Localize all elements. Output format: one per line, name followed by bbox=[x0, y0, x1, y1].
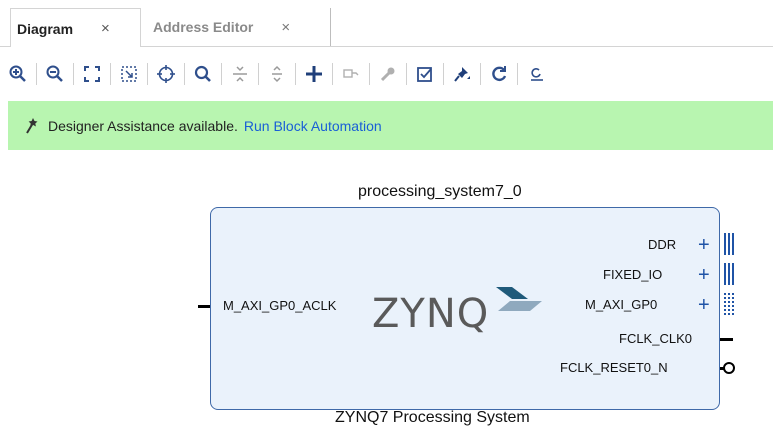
expand-port-icon[interactable]: + bbox=[698, 235, 710, 255]
zoom-in-icon[interactable] bbox=[7, 62, 29, 86]
designer-assistance-banner: Designer Assistance available. Run Block… bbox=[8, 101, 773, 150]
collapse-icon[interactable] bbox=[229, 62, 251, 86]
wrench-icon[interactable] bbox=[377, 62, 399, 86]
assistance-message: Designer Assistance available. bbox=[48, 117, 238, 134]
tab-label: Address Editor bbox=[153, 19, 254, 35]
diagram-toolbar bbox=[0, 47, 773, 101]
expand-port-icon[interactable]: + bbox=[698, 295, 710, 315]
toolbar-divider bbox=[147, 63, 148, 85]
regenerate-icon[interactable] bbox=[414, 62, 436, 86]
block-instance-name: processing_system7_0 bbox=[358, 183, 522, 200]
input-wire[interactable] bbox=[198, 305, 210, 308]
port-fixed-io[interactable]: FIXED_IO bbox=[603, 267, 662, 282]
toolbar-divider bbox=[184, 63, 185, 85]
port-m-axi-gp0[interactable]: M_AXI_GP0 bbox=[585, 297, 657, 312]
assistance-wand-icon bbox=[24, 117, 40, 135]
port-m-axi-gp0-aclk[interactable]: M_AXI_GP0_ACLK bbox=[223, 298, 336, 313]
add-ip-icon[interactable] bbox=[303, 62, 325, 86]
tab-label: Diagram bbox=[17, 20, 74, 37]
pin-icon[interactable] bbox=[451, 62, 473, 86]
fclk-clk0-wire[interactable] bbox=[720, 338, 733, 341]
run-block-automation-link[interactable]: Run Block Automation bbox=[244, 118, 382, 134]
ddr-bus[interactable] bbox=[724, 233, 734, 255]
toolbar-divider bbox=[517, 63, 518, 85]
validate-icon[interactable] bbox=[340, 62, 362, 86]
fit-icon[interactable] bbox=[81, 62, 103, 86]
expand-port-icon[interactable]: + bbox=[698, 265, 710, 285]
toolbar-divider bbox=[480, 63, 481, 85]
port-fclk-reset0-n[interactable]: FCLK_RESET0_N bbox=[560, 360, 668, 375]
zynq-logo: ZYNQ bbox=[372, 291, 490, 337]
toolbar-divider bbox=[332, 63, 333, 85]
fixed-io-bus[interactable] bbox=[724, 263, 734, 285]
toolbar-divider bbox=[110, 63, 111, 85]
port-ddr[interactable]: DDR bbox=[648, 237, 676, 252]
toolbar-divider bbox=[369, 63, 370, 85]
active-low-indicator bbox=[723, 362, 735, 374]
tab-diagram[interactable]: Diagram × bbox=[10, 8, 141, 48]
m-axi-gp0-bus[interactable] bbox=[724, 293, 734, 315]
toolbar-divider bbox=[258, 63, 259, 85]
toolbar-divider bbox=[73, 63, 74, 85]
toolbar-divider bbox=[221, 63, 222, 85]
tab-bar: Diagram × Address Editor × bbox=[0, 0, 773, 48]
block-type-label: ZYNQ7 Processing System bbox=[335, 409, 530, 426]
port-fclk-clk0[interactable]: FCLK_CLK0 bbox=[619, 331, 692, 346]
tab-address-editor[interactable]: Address Editor × bbox=[141, 8, 331, 46]
search-icon[interactable] bbox=[192, 62, 214, 86]
refresh-icon[interactable] bbox=[488, 62, 510, 86]
center-icon[interactable] bbox=[155, 62, 177, 86]
toolbar-divider bbox=[443, 63, 444, 85]
toolbar-divider bbox=[406, 63, 407, 85]
expand-icon[interactable] bbox=[266, 62, 288, 86]
close-icon[interactable]: × bbox=[281, 19, 290, 36]
zoom-out-icon[interactable] bbox=[44, 62, 66, 86]
more-icon[interactable] bbox=[525, 62, 547, 86]
zynq-logo-mark bbox=[496, 287, 542, 311]
zoom-selection-icon[interactable] bbox=[118, 62, 140, 86]
close-icon[interactable]: × bbox=[101, 20, 110, 37]
toolbar-divider bbox=[295, 63, 296, 85]
toolbar-divider bbox=[36, 63, 37, 85]
